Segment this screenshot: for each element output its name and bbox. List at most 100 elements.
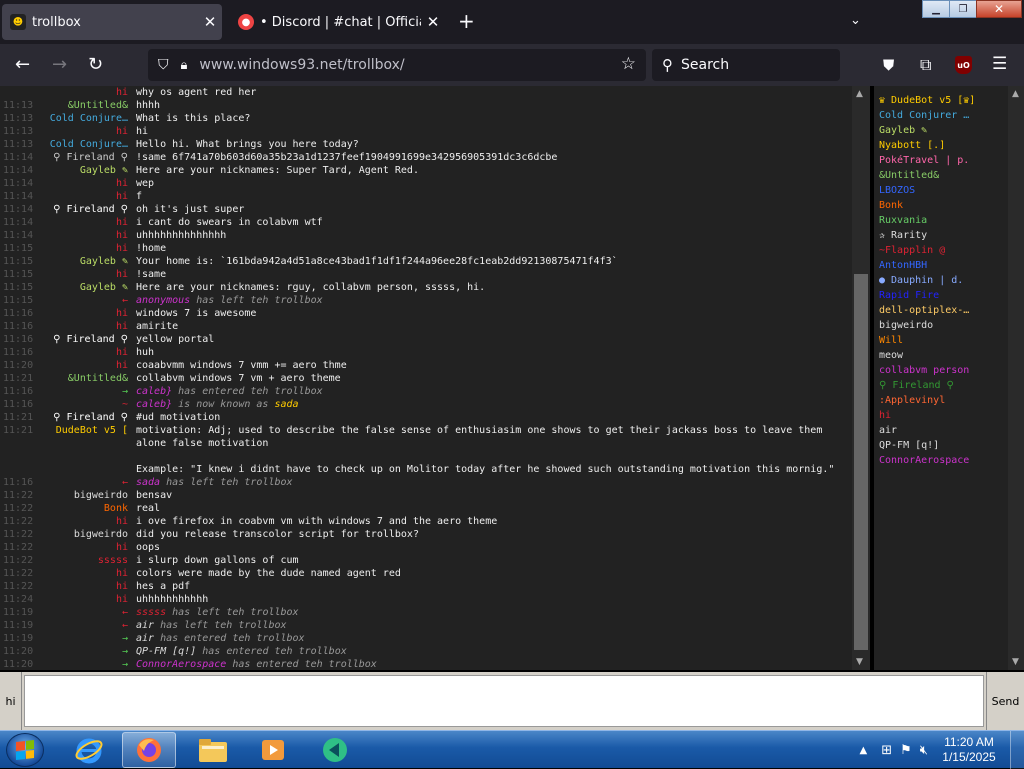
message-nickname[interactable]: &Untitled& [38, 99, 128, 112]
internet-explorer-taskbar-icon[interactable] [62, 732, 116, 768]
user-list-item[interactable]: ConnorAerospace [879, 453, 1007, 468]
user-list-item[interactable]: Rapid Fire [879, 288, 1007, 303]
message-nickname[interactable]: hi [38, 216, 128, 229]
close-tab-icon[interactable]: ✕ [421, 13, 445, 31]
message-nickname[interactable]: &Untitled& [38, 372, 128, 385]
nickname-button[interactable]: hi [0, 672, 22, 730]
ublock-origin-icon[interactable]: uO [955, 56, 972, 74]
action-center-flag-icon[interactable]: ⚑ [900, 743, 912, 758]
start-button[interactable] [6, 733, 44, 767]
file-explorer-taskbar-icon[interactable] [186, 732, 240, 768]
user-list-item[interactable]: hi [879, 408, 1007, 423]
firefox-taskbar-icon[interactable] [122, 732, 176, 768]
message-nickname[interactable]: hi [38, 177, 128, 190]
close-window-button[interactable]: ✕ [976, 0, 1022, 18]
back-arrow-icon[interactable]: ← [15, 54, 30, 75]
show-hidden-icons-chevron-icon[interactable]: ▲ [860, 745, 868, 756]
user-list-item[interactable]: &Untitled& [879, 168, 1007, 183]
user-list-item[interactable]: Bonk [879, 198, 1007, 213]
restore-button[interactable]: ❐ [949, 0, 977, 18]
message-nickname[interactable]: bigweirdo [38, 528, 128, 541]
user-list-scrollbar[interactable]: ▲ ▼ [1008, 86, 1024, 670]
user-list-item[interactable]: meow [879, 348, 1007, 363]
scroll-down-arrow-icon[interactable]: ▼ [856, 657, 863, 667]
message-nickname[interactable]: hi [38, 359, 128, 372]
chat-scrollbar[interactable]: ▲ ▼ [852, 86, 870, 670]
message-nickname[interactable]: ⚲ Fireland ⚲ [38, 333, 128, 346]
message-nickname[interactable]: hi [38, 593, 128, 606]
user-list-item[interactable]: ⚲ Fireland ⚲ [879, 378, 1007, 393]
url-text[interactable]: www.windows93.net/trollbox/ [199, 57, 404, 73]
app-taskbar-icon[interactable] [308, 732, 362, 768]
user-list-item[interactable]: Cold Conjurer … [879, 108, 1007, 123]
message-nickname[interactable]: hi [38, 346, 128, 359]
user-list-item[interactable]: collabvm person [879, 363, 1007, 378]
user-list-item[interactable]: ✰ Rarity [879, 228, 1007, 243]
tab-discord[interactable]: ● • Discord | #chat | Official THX ✕ [230, 4, 445, 40]
scroll-up-arrow-icon[interactable]: ▲ [1012, 89, 1019, 99]
user-list-item[interactable]: ~Flapplin @ [879, 243, 1007, 258]
message-nickname[interactable]: hi [38, 229, 128, 242]
message-nickname[interactable]: Bonk [38, 502, 128, 515]
user-list-item[interactable]: Ruxvania [879, 213, 1007, 228]
bookmark-star-icon[interactable]: ☆ [621, 54, 636, 74]
volume-muted-icon[interactable]: 🔇︎ [920, 743, 928, 758]
scroll-up-arrow-icon[interactable]: ▲ [856, 89, 863, 99]
user-list-item[interactable]: LBOZOS [879, 183, 1007, 198]
user-list-item[interactable]: bigweirdo [879, 318, 1007, 333]
user-list-item[interactable]: Gayleb ✎ [879, 123, 1007, 138]
user-list-item[interactable]: Nyabott [.] [879, 138, 1007, 153]
message-nickname[interactable]: ⚲ Fireland ⚲ [38, 151, 128, 164]
network-icon[interactable]: ⊞ [881, 743, 892, 758]
message-nickname[interactable]: Gayleb ✎ [38, 281, 128, 294]
close-tab-icon[interactable]: ✕ [198, 13, 222, 31]
message-nickname[interactable]: bigweirdo [38, 489, 128, 502]
menu-hamburger-icon[interactable]: ☰ [992, 54, 1007, 74]
user-list-item[interactable]: dell-optiplex-… [879, 303, 1007, 318]
lock-icon[interactable]: 🔒︎ [181, 58, 188, 73]
message-nickname[interactable]: hi [38, 567, 128, 580]
message-nickname[interactable]: sssss [38, 554, 128, 567]
user-list-item[interactable]: air [879, 423, 1007, 438]
message-nickname[interactable]: hi [38, 242, 128, 255]
media-player-taskbar-icon[interactable] [246, 732, 300, 768]
message-nickname[interactable]: hi [38, 320, 128, 333]
user-list-item[interactable]: PokéTravel | p. [879, 153, 1007, 168]
extensions-puzzle-icon[interactable]: ⧉ [920, 55, 931, 75]
chat-scrollbar-thumb[interactable] [854, 274, 868, 650]
new-tab-icon[interactable]: + [458, 10, 475, 32]
message-nickname[interactable]: Cold Conjure… [38, 138, 128, 151]
message-nickname[interactable]: DudeBot v5 [ [38, 424, 128, 476]
message-nickname[interactable]: hi [38, 580, 128, 593]
message-nickname[interactable]: hi [38, 190, 128, 203]
search-bar[interactable]: ⚲ Search [652, 49, 840, 81]
forward-arrow-icon[interactable]: → [52, 54, 67, 75]
url-bar[interactable]: ⛉ 🔒︎ www.windows93.net/trollbox/ ☆ [148, 49, 646, 81]
scroll-down-arrow-icon[interactable]: ▼ [1012, 657, 1019, 667]
user-list-item[interactable]: AntonHBH [879, 258, 1007, 273]
minimize-button[interactable]: ▁ [922, 0, 950, 18]
message-input[interactable] [24, 675, 984, 727]
user-list-item[interactable]: ● Dauphin | d. [879, 273, 1007, 288]
message-nickname[interactable]: hi [38, 307, 128, 320]
message-nickname[interactable]: hi [38, 125, 128, 138]
user-list-item[interactable]: ♛ DudeBot v5 [♛] [879, 93, 1007, 108]
list-tabs-chevron-icon[interactable]: ⌄ [850, 13, 861, 28]
user-list-item[interactable]: Will [879, 333, 1007, 348]
message-nickname[interactable]: ⚲ Fireland ⚲ [38, 203, 128, 216]
message-nickname[interactable]: Cold Conjure… [38, 112, 128, 125]
tab-trollbox[interactable]: ☻ trollbox ✕ [2, 4, 222, 40]
message-nickname[interactable]: hi [38, 515, 128, 528]
message-nickname[interactable]: ⚲ Fireland ⚲ [38, 411, 128, 424]
reload-icon[interactable]: ↻ [88, 54, 103, 75]
send-button[interactable]: Send [986, 672, 1024, 730]
show-desktop-button[interactable] [1010, 731, 1024, 769]
user-list-item[interactable]: :Applevinyl [879, 393, 1007, 408]
message-nickname[interactable]: hi [38, 86, 128, 99]
user-list-item[interactable]: QP-FM [q!] [879, 438, 1007, 453]
message-nickname[interactable]: Gayleb ✎ [38, 164, 128, 177]
shield-icon[interactable]: ⛉ [158, 57, 169, 73]
clock[interactable]: 11:20 AM 1/15/2025 [934, 735, 1004, 765]
message-nickname[interactable]: hi [38, 268, 128, 281]
message-nickname[interactable]: Gayleb ✎ [38, 255, 128, 268]
